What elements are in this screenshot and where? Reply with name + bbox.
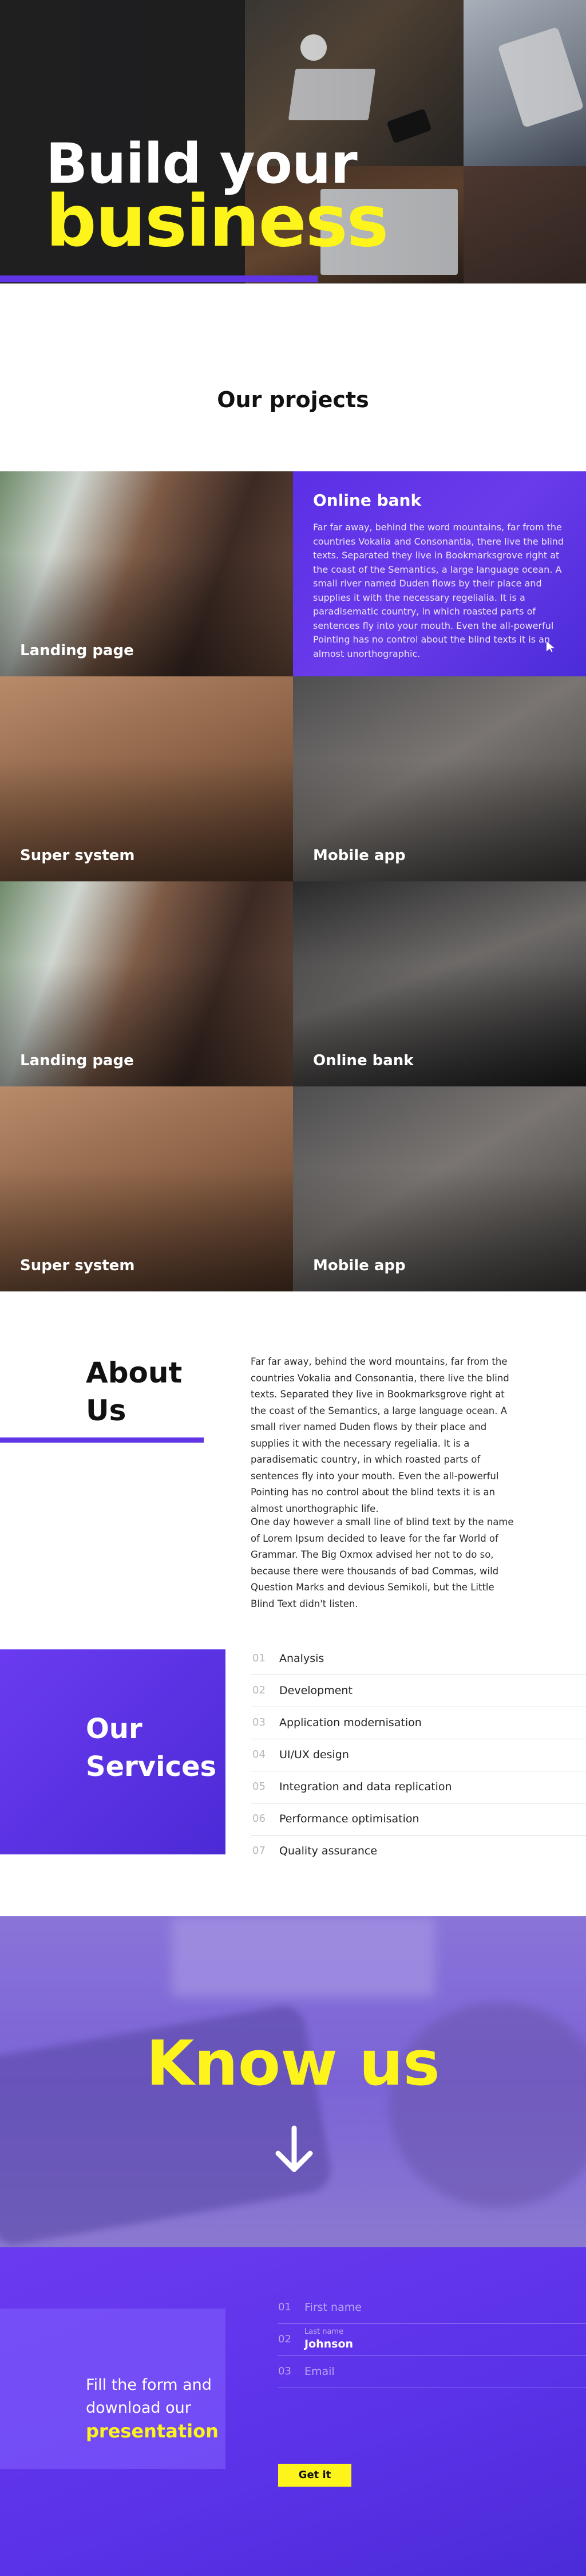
first-name-field[interactable]: 01 First name	[278, 2292, 586, 2324]
field-number: 02	[278, 2333, 291, 2345]
service-number: 05	[252, 1781, 266, 1793]
project-active-description: Far far away, behind the word mountains,…	[313, 522, 564, 659]
service-item-performance[interactable]: 06 Performance optimisation	[251, 1803, 586, 1836]
project-label: Landing page	[20, 1052, 134, 1069]
get-it-button[interactable]: Get it	[278, 2464, 351, 2487]
service-label: Application modernisation	[279, 1716, 422, 1729]
know-us-title: Know us	[146, 2028, 440, 2100]
project-tile-super-system[interactable]: Super system	[0, 676, 293, 881]
project-label: Landing page	[20, 642, 134, 659]
service-label: Quality assurance	[279, 1845, 378, 1857]
project-active-title: Online bank	[313, 491, 422, 510]
form-lead-text: Fill the form and download our presentat…	[86, 2374, 219, 2443]
project-tile-landing-page[interactable]: Landing page	[0, 881, 293, 1086]
service-item-ui-ux-design[interactable]: 04 UI/UX design	[251, 1739, 586, 1771]
form-lead-highlight: presentation	[86, 2420, 219, 2442]
arrow-down-icon[interactable]	[271, 2124, 317, 2175]
service-item-quality-assurance[interactable]: 07 Quality assurance	[251, 1836, 586, 1868]
last-name-value: Johnson	[304, 2338, 354, 2350]
project-label: Mobile app	[313, 847, 406, 864]
hero-accent-bar	[0, 275, 318, 282]
email-placeholder: Email	[304, 2365, 335, 2378]
email-field[interactable]: 03 Email	[278, 2356, 586, 2388]
field-number: 03	[278, 2365, 291, 2377]
field-number: 01	[278, 2301, 291, 2313]
project-tile-mobile-app[interactable]: Mobile app	[293, 676, 586, 881]
service-number: 07	[252, 1845, 266, 1857]
project-tile-mobile-app[interactable]: Mobile app	[293, 1086, 586, 1291]
service-item-development[interactable]: 02 Development	[251, 1675, 586, 1707]
service-label: Performance optimisation	[279, 1813, 419, 1825]
service-item-analysis[interactable]: 01 Analysis	[251, 1643, 586, 1675]
project-label: Super system	[20, 1257, 135, 1274]
service-label: Development	[279, 1684, 353, 1697]
service-number: 01	[252, 1652, 266, 1664]
projects-heading: Our projects	[217, 387, 369, 412]
project-tile-landing-page[interactable]: Landing page	[0, 471, 293, 676]
form-lead-line1: Fill the form and	[86, 2376, 212, 2394]
project-tile-online-bank[interactable]: Online bank	[293, 881, 586, 1086]
about-title: About Us	[86, 1356, 183, 1427]
service-number: 02	[252, 1684, 266, 1696]
project-label: Online bank	[313, 1052, 414, 1069]
know-bg-shape	[172, 1916, 435, 1996]
about-paragraph-2: One day however a small line of blind te…	[251, 1517, 514, 1609]
service-label: Integration and data replication	[279, 1781, 452, 1793]
last-name-label: Last name	[304, 2327, 344, 2336]
project-label: Super system	[20, 847, 135, 864]
project-tile-online-bank-active[interactable]: Online bank Far far away, behind the wor…	[293, 471, 586, 676]
project-label: Mobile app	[313, 1257, 406, 1274]
service-number: 04	[252, 1748, 266, 1760]
service-item-application-modernisation[interactable]: 03 Application modernisation	[251, 1707, 586, 1739]
first-name-placeholder: First name	[304, 2301, 362, 2314]
service-item-integration[interactable]: 05 Integration and data replication	[251, 1771, 586, 1803]
service-label: UI/UX design	[279, 1748, 349, 1761]
last-name-field[interactable]: 02 Last name Johnson	[278, 2324, 586, 2356]
about-paragraph-1: Far far away, behind the word mountains,…	[251, 1356, 509, 1514]
service-label: Analysis	[279, 1652, 324, 1665]
services-title: Our Services	[86, 1713, 217, 1783]
form-lead-line2: download our	[86, 2399, 191, 2417]
service-number: 06	[252, 1813, 266, 1825]
hero-title-line2: business	[46, 180, 389, 263]
about-accent-bar	[0, 1437, 204, 1443]
service-number: 03	[252, 1716, 266, 1728]
project-tile-super-system[interactable]: Super system	[0, 1086, 293, 1291]
